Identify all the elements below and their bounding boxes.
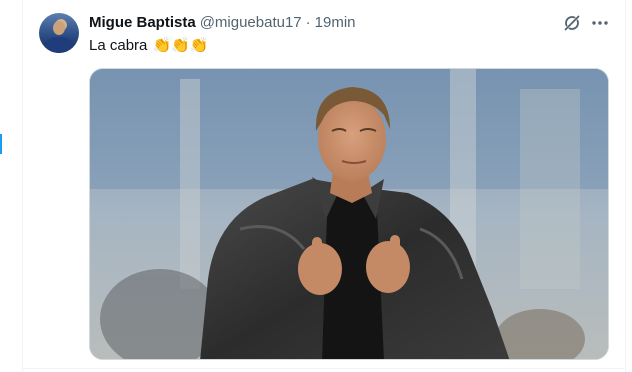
tweet-body: La cabra 👏👏👏	[89, 36, 209, 56]
clapping-hands-emoji: 👏👏👏	[152, 37, 209, 54]
author-handle[interactable]: @miguebatu17	[200, 13, 302, 33]
photo-man-in-leather-jacket	[90, 69, 608, 359]
tweet-timestamp[interactable]: 19min	[315, 13, 356, 33]
grok-icon	[564, 15, 580, 31]
avatar-shirt	[45, 37, 73, 53]
more-options-button[interactable]	[587, 12, 613, 34]
more-horizontal-icon	[592, 21, 608, 25]
tweet-card[interactable]: Migue Baptista @miguebatu17 · 19min La c…	[22, 0, 626, 372]
tweet-divider	[22, 368, 624, 369]
sidebar-active-indicator	[0, 134, 2, 154]
grok-button[interactable]	[561, 12, 583, 34]
tweet-media-photo[interactable]	[89, 68, 609, 360]
author-avatar[interactable]	[39, 13, 79, 53]
header-separator: ·	[305, 14, 311, 31]
page: Migue Baptista @miguebatu17 · 19min La c…	[0, 0, 632, 372]
tweet-header: Migue Baptista @miguebatu17 · 19min	[89, 13, 356, 33]
avatar-face	[53, 21, 65, 35]
author-display-name[interactable]: Migue Baptista	[89, 13, 196, 33]
tweet-text: La cabra	[89, 37, 148, 54]
